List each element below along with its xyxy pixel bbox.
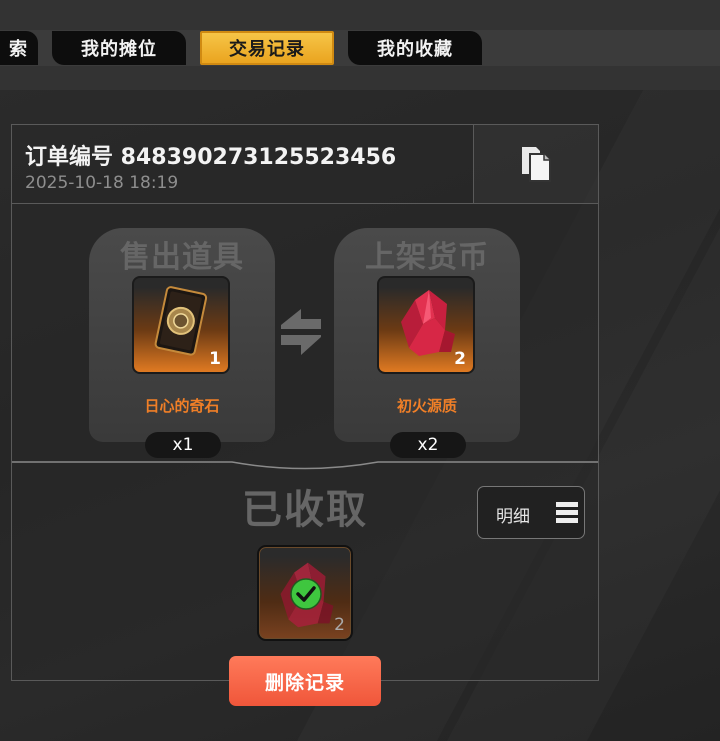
sold-item-name: 日心的奇石 xyxy=(144,397,220,415)
check-badge-icon xyxy=(290,578,322,610)
tab-trade-records[interactable]: 交易记录 xyxy=(200,31,334,65)
sold-item-panel: 售出道具 1 日心的奇石 x1 xyxy=(89,228,275,458)
collected-reward-slot[interactable]: 2 xyxy=(257,545,353,641)
copy-icon xyxy=(522,147,551,182)
listed-item-name: 初火源质 xyxy=(396,397,457,415)
order-header: 订单编号 848390273125523456 2025-10-18 18:19 xyxy=(12,125,598,204)
listed-currency-panel: 上架货币 2 初火源质 x2 xyxy=(334,228,520,458)
order-time: 2025-10-18 18:19 xyxy=(25,173,179,193)
listed-item-quantity: 2 xyxy=(454,349,466,369)
trade-record-card: 订单编号 848390273125523456 2025-10-18 18:19… xyxy=(11,124,599,681)
copy-button[interactable] xyxy=(473,125,598,203)
tab-my-favorites[interactable]: 我的收藏 xyxy=(348,31,482,65)
sold-item-slot[interactable]: 1 xyxy=(132,276,230,374)
tab-search[interactable]: 索 xyxy=(0,31,38,65)
detail-label: 明细 xyxy=(496,507,530,527)
listed-panel-title: 上架货币 xyxy=(365,240,489,275)
delete-record-button[interactable]: 删除记录 xyxy=(229,656,381,706)
list-menu-icon xyxy=(556,502,578,523)
sold-item-quantity: 1 xyxy=(209,349,221,369)
detail-button[interactable]: 明细 xyxy=(477,486,585,539)
sold-panel-title: 售出道具 xyxy=(120,240,244,275)
section-divider xyxy=(12,461,598,470)
reward-quantity: 2 xyxy=(334,615,345,635)
listed-item-slot[interactable]: 2 xyxy=(377,276,475,374)
exchange-arrows-icon xyxy=(281,309,321,355)
tab-my-stall[interactable]: 我的摊位 xyxy=(52,31,186,65)
order-id: 订单编号 848390273125523456 xyxy=(25,145,397,170)
